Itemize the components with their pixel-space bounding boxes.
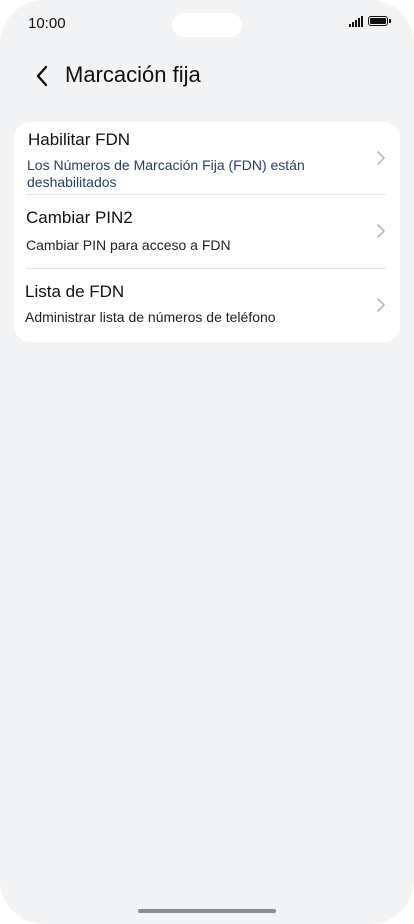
chevron-right-icon	[377, 151, 385, 165]
status-bar: 10:00	[0, 0, 414, 50]
signal-icon	[349, 15, 363, 27]
cambiar-pin2-subtitle: Cambiar PIN para acceso a FDN	[26, 237, 231, 253]
page-title: Marcación fija	[65, 62, 201, 87]
habilitar-fdn-item[interactable]: Habilitar FDN Los Números de Marcación F…	[14, 122, 400, 194]
battery-icon	[368, 16, 391, 26]
chevron-left-icon	[36, 65, 48, 87]
header: Marcación fija	[0, 58, 414, 94]
chevron-right-icon	[377, 224, 385, 238]
habilitar-fdn-subtitle: Los Números de Marcación Fija (FDN) está…	[27, 157, 305, 190]
lista-fdn-item[interactable]: Lista de FDN Administrar lista de número…	[14, 269, 400, 342]
home-indicator[interactable]	[138, 909, 276, 913]
status-time: 10:00	[28, 15, 66, 32]
back-button[interactable]	[30, 62, 54, 90]
chevron-right-icon	[377, 298, 385, 312]
lista-fdn-title: Lista de FDN	[25, 282, 125, 301]
cambiar-pin2-item[interactable]: Cambiar PIN2 Cambiar PIN para acceso a F…	[14, 195, 400, 267]
lista-fdn-subtitle: Administrar lista de números de teléfono	[25, 309, 276, 325]
settings-card: Habilitar FDN Los Números de Marcación F…	[14, 122, 400, 342]
cambiar-pin2-title: Cambiar PIN2	[26, 208, 133, 227]
status-icons	[349, 15, 391, 27]
camera-notch	[172, 13, 242, 37]
phone-screen: 10:00 Marcación fija Habilitar FDN Los N…	[0, 0, 414, 924]
habilitar-fdn-title: Habilitar FDN	[28, 130, 131, 149]
